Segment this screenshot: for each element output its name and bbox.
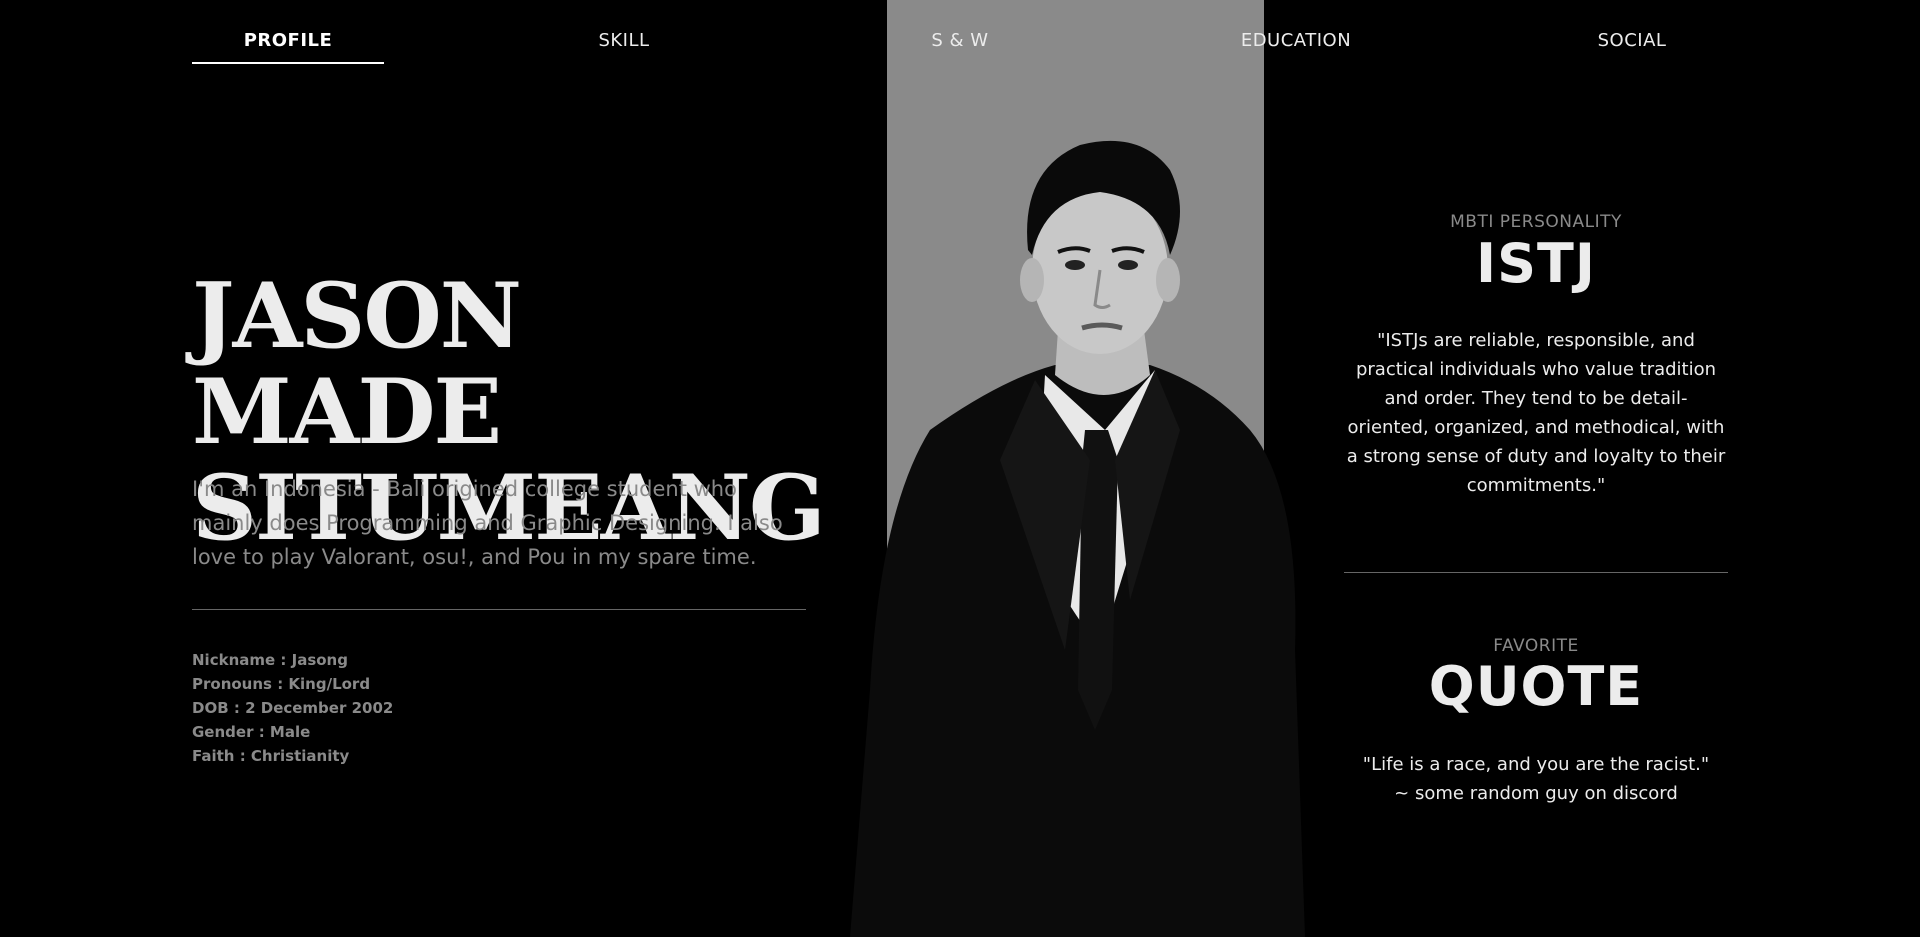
fact-faith: Faith : Christianity bbox=[192, 747, 350, 765]
mbti-description: "ISTJs are reliable, responsible, and pr… bbox=[1346, 330, 1726, 496]
quote-author: ~ some random guy on discord bbox=[1394, 783, 1678, 804]
fact-nickname: Nickname : Jasong bbox=[192, 651, 348, 669]
mbti-type: ISTJ bbox=[1476, 232, 1596, 295]
fact-pronouns: Pronouns : King/Lord bbox=[192, 675, 371, 693]
profile-facts: Nickname : Jasong Pronouns : King/Lord D… bbox=[192, 648, 592, 768]
profile-name-line-1: JASON MADE bbox=[192, 263, 522, 465]
quote-label: FAVORITE bbox=[1493, 636, 1579, 656]
nav-item-strengths-weaknesses[interactable]: S & W bbox=[860, 30, 1060, 51]
nav-item-skill[interactable]: SKILL bbox=[524, 30, 724, 51]
quote-text: "Life is a race, and you are the racist.… bbox=[1362, 754, 1710, 775]
right-column: MBTI PERSONALITY ISTJ "ISTJs are reliabl… bbox=[1344, 0, 1728, 937]
top-navigation: PROFILE SKILL S & W EDUCATION SOCIAL bbox=[0, 0, 1920, 80]
nav-item-profile[interactable]: PROFILE bbox=[188, 30, 388, 51]
favorite-quote: "Life is a race, and you are the racist.… bbox=[1344, 750, 1728, 808]
left-divider bbox=[192, 609, 806, 610]
profile-page: PROFILE SKILL S & W EDUCATION SOCIAL JAS… bbox=[0, 0, 1920, 937]
nav-item-education[interactable]: EDUCATION bbox=[1196, 30, 1396, 51]
fact-dob: DOB : 2 December 2002 bbox=[192, 699, 394, 717]
fact-gender: Gender : Male bbox=[192, 723, 311, 741]
quote-title: QUOTE bbox=[1428, 655, 1644, 718]
right-divider bbox=[1344, 572, 1728, 573]
profile-intro: I'm an Indonesia - Bali origined college… bbox=[192, 477, 783, 569]
mbti-label: MBTI PERSONALITY bbox=[1450, 212, 1622, 232]
profile-portrait-image bbox=[850, 140, 1305, 937]
nav-item-social[interactable]: SOCIAL bbox=[1532, 30, 1732, 51]
active-tab-underline bbox=[192, 62, 384, 64]
